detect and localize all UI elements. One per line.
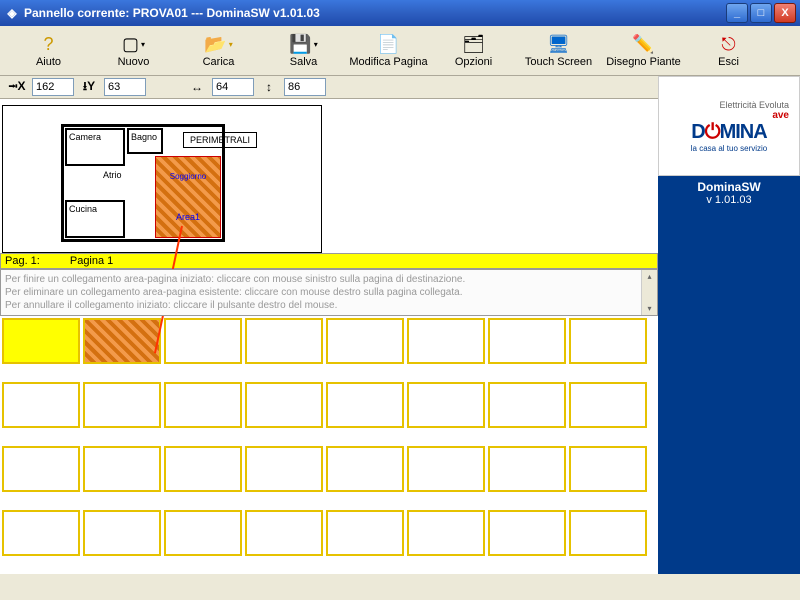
width-icon: ↔: [188, 78, 206, 96]
page-thumb[interactable]: [2, 382, 80, 428]
floor-plan-canvas[interactable]: Camera Bagno Atrio Cucina PERIMETRALI So…: [2, 105, 322, 253]
page-thumb[interactable]: [245, 510, 323, 556]
y-input[interactable]: [104, 78, 146, 96]
page-thumb[interactable]: [2, 446, 80, 492]
page-thumb[interactable]: [326, 318, 404, 364]
coordinate-bar: ⭲X ⭳Y ↔ ↕: [0, 76, 658, 99]
page-thumb[interactable]: [164, 510, 242, 556]
title-text: Pannello corrente: PROVA01 --- DominaSW …: [24, 6, 320, 20]
page-thumb[interactable]: [83, 446, 161, 492]
page-thumb[interactable]: [407, 318, 485, 364]
height-icon: ↕: [260, 78, 278, 96]
edit-icon: 📄: [377, 34, 399, 56]
page-thumb[interactable]: [407, 510, 485, 556]
ave-logo: ave: [772, 110, 789, 121]
page-thumb[interactable]: [83, 382, 161, 428]
screen-icon: 🖥: [547, 34, 570, 56]
page-thumb[interactable]: [569, 446, 647, 492]
save-button[interactable]: 💾▾Salva: [261, 28, 346, 74]
app-version-label: v 1.01.03: [658, 194, 800, 206]
main-toolbar: ?Aiuto ▢▾Nuovo 📂▾Carica 💾▾Salva 📄Modific…: [0, 26, 800, 76]
page-thumb[interactable]: [326, 446, 404, 492]
close-button[interactable]: X: [774, 3, 796, 23]
height-input[interactable]: [284, 78, 326, 96]
save-icon: 💾▾: [289, 34, 317, 56]
edit-page-button[interactable]: 📄Modifica Pagina: [346, 28, 431, 74]
page-thumb[interactable]: [569, 510, 647, 556]
y-origin-icon: ⭳Y: [80, 78, 98, 96]
app-name-label: DominaSW: [658, 180, 800, 194]
hint-line-1: Per finire un collegamento area-pagina i…: [5, 273, 653, 286]
page-thumb[interactable]: [488, 510, 566, 556]
page-thumb[interactable]: [245, 382, 323, 428]
options-button[interactable]: 🗂Opzioni: [431, 28, 516, 74]
area1-zone[interactable]: Soggiorno Area1: [155, 156, 221, 238]
brand-logo-box: Elettricità Evoluta ave D⏻MINA la casa a…: [658, 76, 800, 176]
brand-tagline: la casa al tuo servizio: [691, 144, 767, 153]
page-indicator[interactable]: Pag. 1: Pagina 1: [0, 253, 658, 269]
exit-button[interactable]: ⎋Esci: [686, 28, 771, 74]
width-input[interactable]: [212, 78, 254, 96]
hint-panel: Per finire un collegamento area-pagina i…: [0, 269, 658, 316]
help-icon: ?: [43, 34, 53, 56]
scroll-down-icon[interactable]: ▾: [647, 302, 651, 315]
new-icon: ▢▾: [122, 34, 145, 56]
page-thumb[interactable]: [488, 382, 566, 428]
page-thumb-2[interactable]: [83, 318, 161, 364]
hint-line-3: Per annullare il collegamento iniziato: …: [5, 299, 653, 312]
page-thumb[interactable]: [164, 318, 242, 364]
x-origin-icon: ⭲X: [8, 78, 26, 96]
page-thumb[interactable]: [569, 318, 647, 364]
help-button[interactable]: ?Aiuto: [6, 28, 91, 74]
domina-logo: D⏻MINA: [691, 121, 766, 144]
perimetrali-label[interactable]: PERIMETRALI: [183, 132, 257, 148]
page-number: Pag. 1:: [5, 255, 40, 267]
page-thumb[interactable]: [407, 446, 485, 492]
hint-scrollbar[interactable]: ▴▾: [641, 270, 657, 315]
hint-line-2: Per eliminare un collegamento area-pagin…: [5, 286, 653, 299]
room-cucina[interactable]: Cucina: [65, 200, 125, 238]
draw-icon: ✏️: [632, 34, 654, 56]
page-thumb[interactable]: [326, 510, 404, 556]
page-name: Pagina 1: [70, 255, 113, 267]
page-thumb[interactable]: [164, 382, 242, 428]
page-thumb[interactable]: [326, 382, 404, 428]
page-thumb[interactable]: [164, 446, 242, 492]
app-icon: ◈: [4, 5, 20, 21]
page-thumb[interactable]: [245, 446, 323, 492]
scroll-up-icon[interactable]: ▴: [647, 270, 651, 283]
page-thumb[interactable]: [569, 382, 647, 428]
new-button[interactable]: ▢▾Nuovo: [91, 28, 176, 74]
page-thumb[interactable]: [245, 318, 323, 364]
load-button[interactable]: 📂▾Carica: [176, 28, 261, 74]
right-sidebar: Elettricità Evoluta ave D⏻MINA la casa a…: [658, 76, 800, 574]
x-input[interactable]: [32, 78, 74, 96]
brand-tagline-top: Elettricità Evoluta: [719, 100, 789, 110]
open-icon: 📂▾: [204, 34, 232, 56]
page-thumb-1[interactable]: [2, 318, 80, 364]
draw-plan-button[interactable]: ✏️Disegno Piante: [601, 28, 686, 74]
minimize-button[interactable]: _: [726, 3, 748, 23]
page-thumbnail-grid: [0, 316, 658, 574]
page-thumb[interactable]: [488, 318, 566, 364]
page-thumb[interactable]: [488, 446, 566, 492]
page-thumb[interactable]: [83, 510, 161, 556]
options-icon: 🗂: [462, 34, 485, 56]
room-camera[interactable]: Camera: [65, 128, 125, 166]
page-thumb[interactable]: [407, 382, 485, 428]
room-bagno[interactable]: Bagno: [127, 128, 163, 154]
maximize-button[interactable]: □: [750, 3, 772, 23]
page-thumb[interactable]: [2, 510, 80, 556]
title-bar: ◈ Pannello corrente: PROVA01 --- DominaS…: [0, 0, 800, 26]
touchscreen-button[interactable]: 🖥Touch Screen: [516, 28, 601, 74]
exit-icon: ⎋: [721, 34, 735, 56]
